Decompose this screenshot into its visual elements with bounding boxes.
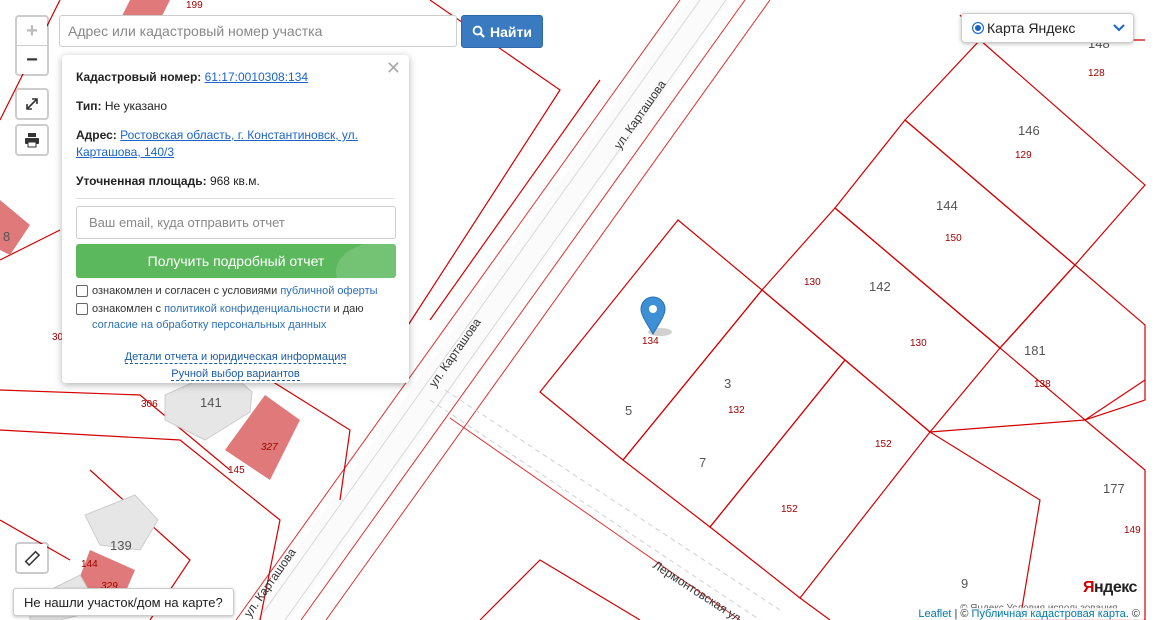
house-number: 144	[936, 198, 958, 213]
map-attribution: Leaflet | © Публичная кадастровая карта.…	[914, 608, 1144, 620]
map-marker-icon[interactable]	[640, 296, 672, 336]
type-label: Тип:	[76, 99, 102, 113]
type-value: Не указано	[104, 99, 168, 113]
layer-select[interactable]: Карта Яндекс	[961, 13, 1134, 43]
house-number: 177	[1103, 481, 1125, 496]
public-offer-link[interactable]: публичной оферты	[280, 285, 377, 297]
consent-privacy-text2: и даю	[333, 303, 364, 315]
house-number: 9	[961, 576, 968, 591]
house-number: 3	[724, 376, 731, 391]
parcel-number: 149	[1124, 525, 1141, 536]
parcel-number: 130	[910, 338, 927, 349]
ruler-button[interactable]	[15, 542, 49, 574]
parcel-number: 150	[945, 233, 962, 244]
parcel-number: 128	[1088, 68, 1105, 79]
find-button[interactable]: Найти	[461, 15, 543, 48]
house-number: 7	[699, 455, 706, 470]
popup-links: Детали отчета и юридическая информация Р…	[76, 349, 395, 383]
type-row: Тип: Не указано	[76, 98, 395, 115]
cadastral-row: Кадастровый номер: 61:17:0010308:134	[76, 69, 395, 86]
ruler-icon	[24, 550, 40, 566]
report-details-link[interactable]: Детали отчета и юридическая информация	[124, 351, 347, 364]
consent-privacy-checkbox[interactable]	[76, 303, 88, 315]
parcel-info-popup: ✕ Кадастровый номер: 61:17:0010308:134 Т…	[62, 55, 409, 383]
parcel-number: 130	[804, 277, 821, 288]
consent-privacy: ознакомлен с политикой конфиденциальност…	[76, 301, 395, 333]
house-number: 181	[1024, 343, 1046, 358]
parcel-number: 327	[261, 442, 278, 453]
area-value: 968 кв.м.	[209, 174, 260, 188]
street-label: Лермонтовская ул.	[650, 558, 746, 620]
get-report-label: Получить подробный отчет	[147, 253, 325, 269]
not-found-button[interactable]: Не нашли участок/дом на карте?	[13, 588, 234, 616]
consent-privacy-text: ознакомлен с	[92, 303, 162, 315]
pkk-link[interactable]: Публичная кадастровая карта	[972, 608, 1126, 620]
parcel-number: 152	[781, 504, 798, 515]
find-button-label: Найти	[490, 23, 532, 40]
email-field[interactable]	[76, 206, 396, 239]
parcel-number: 306	[141, 399, 158, 410]
get-report-button[interactable]: Получить подробный отчет	[76, 244, 396, 278]
cadastral-number-link[interactable]: 61:17:0010308:134	[205, 70, 308, 84]
parcel-number: 134	[642, 336, 659, 347]
parcel-number: 199	[186, 0, 203, 11]
leaflet-link[interactable]: Leaflet	[918, 608, 951, 620]
parcel-number: 145	[228, 465, 245, 476]
search-input[interactable]	[59, 15, 457, 47]
address-link[interactable]: Ростовская область, г. Константиновск, у…	[76, 128, 358, 159]
address-row: Адрес: Ростовская область, г. Константин…	[76, 127, 395, 161]
house-number: 139	[110, 538, 132, 553]
consent-offer-text: ознакомлен и согласен с условиями	[92, 285, 278, 297]
zoom-control: + −	[15, 15, 49, 76]
parcel-number: 129	[1015, 150, 1032, 161]
personal-data-consent-link[interactable]: согласие на обработку персональных данны…	[92, 319, 326, 331]
fullscreen-button[interactable]	[15, 88, 49, 120]
manual-selection-link[interactable]: Ручной выбор вариантов	[171, 368, 300, 381]
expand-icon	[26, 98, 38, 110]
search-icon	[472, 25, 485, 38]
parcel-number: 138	[1034, 379, 1051, 390]
area-label: Уточненная площадь:	[76, 174, 207, 188]
address-label: Адрес:	[76, 128, 117, 142]
parcel-number: 152	[875, 439, 892, 450]
house-number: 141	[200, 395, 222, 410]
area-row: Уточненная площадь: 968 кв.м.	[76, 173, 395, 190]
cadastral-label: Кадастровый номер:	[76, 70, 202, 84]
house-number: 146	[1018, 123, 1040, 138]
consent-offer-checkbox[interactable]	[76, 285, 88, 297]
house-number: 5	[625, 403, 632, 418]
house-number: 8	[3, 229, 10, 244]
print-button[interactable]	[15, 124, 49, 156]
printer-icon	[25, 133, 39, 148]
house-number: 142	[869, 279, 891, 294]
parcel-number: 144	[81, 559, 98, 570]
chevron-down-icon	[1113, 24, 1125, 32]
yandex-logo: Яндекс	[1083, 579, 1137, 596]
zoom-out-button[interactable]: −	[17, 45, 47, 74]
zoom-in-button[interactable]: +	[17, 17, 47, 45]
divider	[76, 198, 395, 199]
close-icon[interactable]: ✕	[386, 59, 401, 77]
layer-select-value: Карта Яндекс	[987, 20, 1076, 36]
radio-selected-icon	[972, 22, 984, 34]
privacy-policy-link[interactable]: политикой конфиденциальности	[164, 303, 330, 315]
parcel-number: 132	[728, 405, 745, 416]
consent-offer: ознакомлен и согласен с условиями публич…	[76, 283, 395, 299]
